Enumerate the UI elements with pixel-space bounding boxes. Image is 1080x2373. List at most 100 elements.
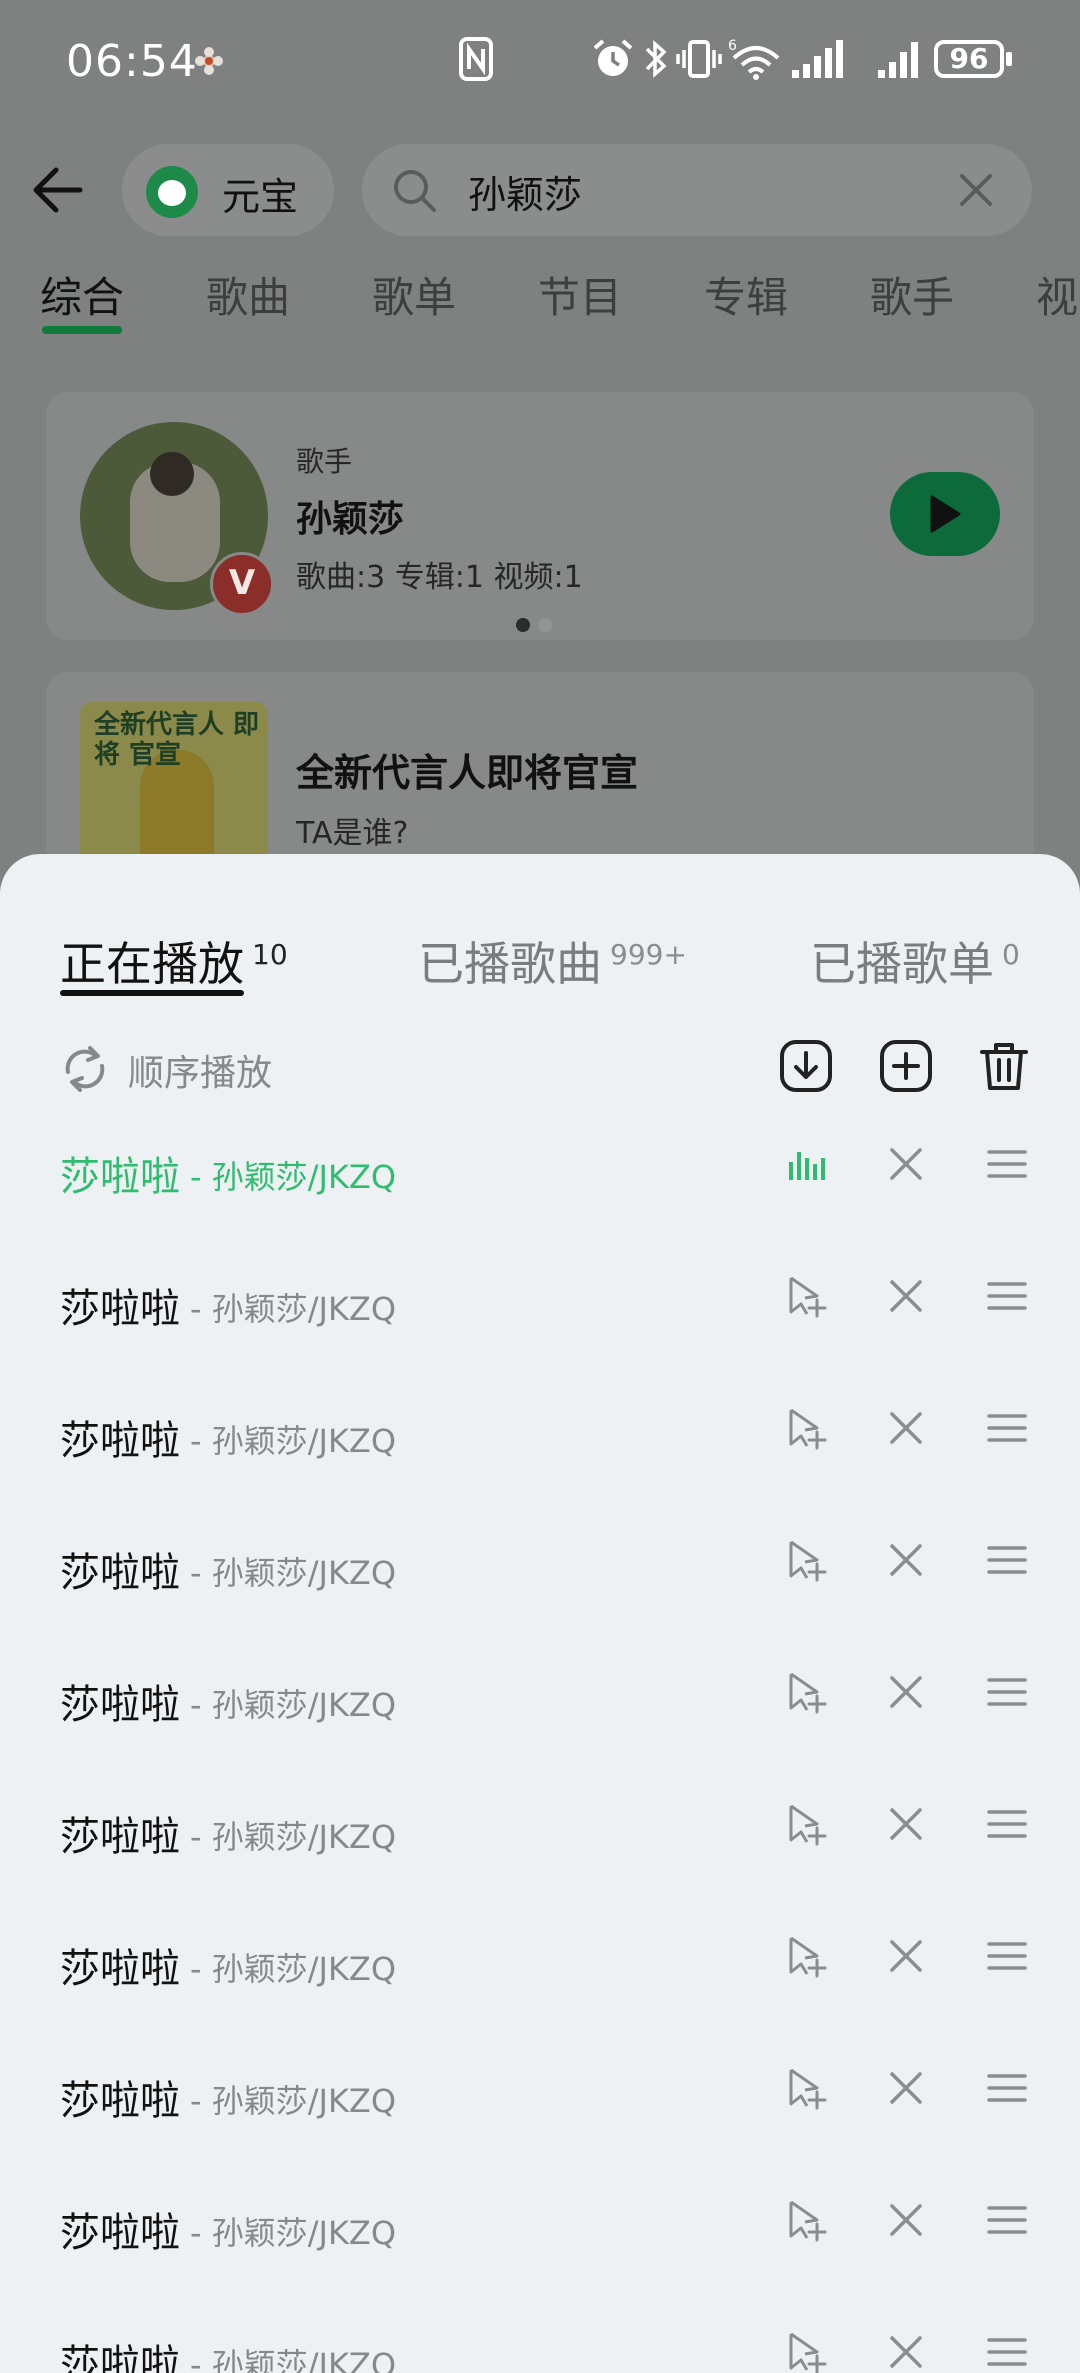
remove-icon[interactable] (882, 1140, 930, 1188)
drag-handle-icon[interactable] (983, 2064, 1031, 2112)
tab-played-playlists[interactable]: 已播歌单 0 (810, 928, 1020, 994)
queue-song-row[interactable]: 莎啦啦 - 孙颖莎/JKZQ (0, 1898, 1080, 2030)
song-title: 莎啦啦 (60, 1418, 180, 1464)
insert-next-icon[interactable] (783, 2064, 831, 2112)
clear-search-icon[interactable] (956, 170, 996, 210)
status-time: 06:54 (66, 36, 198, 87)
queue-song-row[interactable]: 莎啦啦 - 孙颖莎/JKZQ (0, 1502, 1080, 1634)
remove-icon[interactable] (882, 1536, 930, 1584)
drag-handle-icon[interactable] (983, 1668, 1031, 1716)
song-artist: - 孙颖莎/JKZQ (190, 1158, 397, 1196)
tab-videos[interactable]: 视 (1036, 264, 1078, 325)
drag-handle-icon[interactable] (983, 1404, 1031, 1452)
tab-played-songs[interactable]: 已播歌曲 999+ (418, 928, 687, 994)
tab-comprehensive[interactable]: 综合 (40, 264, 124, 325)
song-title: 莎啦啦 (60, 1946, 180, 1992)
play-singer-button[interactable] (890, 472, 1000, 556)
song-title: 莎啦啦 (60, 1550, 180, 1596)
svg-text:6: 6 (728, 38, 737, 54)
queue-song-row[interactable]: 莎啦啦 - 孙颖莎/JKZQ (0, 1634, 1080, 1766)
status-bar: 06:54 6 96 (0, 0, 1080, 120)
song-title: 莎啦啦 (60, 2342, 180, 2373)
remove-icon[interactable] (882, 2196, 930, 2244)
verified-badge: V (210, 552, 274, 616)
queue-song-row[interactable]: 莎啦啦 - 孙颖莎/JKZQ (0, 1370, 1080, 1502)
nfc-icon (459, 37, 493, 81)
download-icon[interactable] (778, 1038, 834, 1094)
category-tabs: 综合 歌曲 歌单 节目 专辑 歌手 视 (0, 258, 1080, 338)
singer-card[interactable]: V 歌手 孙颖莎 歌曲:3 专辑:1 视频:1 (46, 392, 1034, 640)
drag-handle-icon[interactable] (983, 1140, 1031, 1188)
drag-handle-icon[interactable] (983, 1800, 1031, 1848)
sheet-tab-indicator (60, 990, 244, 996)
tab-played-playlists-label: 已播歌单 (810, 937, 994, 991)
song-title: 莎啦啦 (60, 1154, 180, 1200)
tab-now-playing[interactable]: 正在播放 10 (60, 928, 288, 994)
song-artist: - 孙颖莎/JKZQ (190, 2346, 397, 2373)
insert-next-icon[interactable] (783, 1404, 831, 1452)
song-artist: - 孙颖莎/JKZQ (190, 1686, 397, 1724)
insert-next-icon[interactable] (783, 2328, 831, 2373)
repeat-order-icon[interactable] (58, 1042, 112, 1096)
tab-songs[interactable]: 歌曲 (206, 264, 290, 325)
insert-next-icon[interactable] (783, 1668, 831, 1716)
insert-next-icon[interactable] (783, 1272, 831, 1320)
insert-next-icon[interactable] (783, 2196, 831, 2244)
drag-handle-icon[interactable] (983, 1272, 1031, 1320)
queue-song-row[interactable]: 莎啦啦 - 孙颖莎/JKZQ (0, 2030, 1080, 2162)
tab-playlists[interactable]: 歌单 (372, 264, 456, 325)
song-title: 莎啦啦 (60, 2078, 180, 2124)
drag-handle-icon[interactable] (983, 2328, 1031, 2373)
insert-next-icon[interactable] (783, 1800, 831, 1848)
signal-icon (792, 40, 843, 78)
song-artist: - 孙颖莎/JKZQ (190, 1554, 397, 1592)
queue-song-row[interactable]: 莎啦啦 - 孙颖莎/JKZQ (0, 2162, 1080, 2294)
bluetooth-icon (645, 40, 667, 78)
remove-icon[interactable] (882, 1800, 930, 1848)
tab-singers[interactable]: 歌手 (870, 264, 954, 325)
remove-icon[interactable] (882, 1932, 930, 1980)
search-input[interactable]: 孙颖莎 (362, 144, 1032, 236)
remove-icon[interactable] (882, 1404, 930, 1452)
tab-now-playing-label: 正在播放 (60, 937, 244, 991)
search-results-background[interactable]: 06:54 6 96 元宝 孙颖莎 综合 歌曲 歌单 节目 专辑 歌手 视 V … (0, 0, 1080, 922)
add-to-playlist-icon[interactable] (878, 1038, 934, 1094)
insert-next-icon[interactable] (783, 1536, 831, 1584)
promo-title: 全新代言人即将官宣 (296, 751, 639, 795)
queue-song-row[interactable]: 莎啦啦 - 孙颖莎/JKZQ (0, 1106, 1080, 1238)
tab-played-playlists-count: 0 (1002, 938, 1020, 971)
tab-played-songs-count: 999+ (610, 938, 687, 971)
yuanbao-assistant-button[interactable]: 元宝 (122, 144, 334, 236)
carousel-dots (516, 618, 556, 632)
insert-next-icon[interactable] (783, 1932, 831, 1980)
drag-handle-icon[interactable] (983, 2196, 1031, 2244)
remove-icon[interactable] (882, 1272, 930, 1320)
delete-icon[interactable] (976, 1038, 1032, 1094)
queue-song-row[interactable]: 莎啦啦 - 孙颖莎/JKZQ (0, 1238, 1080, 1370)
drag-handle-icon[interactable] (983, 1536, 1031, 1584)
tab-programs[interactable]: 节目 (538, 264, 622, 325)
song-artist: - 孙颖莎/JKZQ (190, 2214, 397, 2252)
search-icon (394, 170, 436, 212)
queue-song-row[interactable]: 莎啦啦 - 孙颖莎/JKZQ (0, 1766, 1080, 1898)
alarm-icon (593, 39, 633, 76)
drag-handle-icon[interactable] (983, 1932, 1031, 1980)
tab-albums[interactable]: 专辑 (704, 264, 788, 325)
play-mode-label[interactable]: 顺序播放 (128, 1044, 272, 1096)
notification-flower-icon (195, 47, 223, 75)
screen: 06:54 6 96 元宝 孙颖莎 综合 歌曲 歌单 节目 专辑 歌手 视 V … (0, 0, 1080, 2373)
queue-song-row[interactable]: 莎啦啦 - 孙颖莎/JKZQ (0, 2294, 1080, 2373)
queue-controls: 顺序播放 (0, 1026, 1080, 1106)
song-title: 莎啦啦 (60, 1286, 180, 1332)
back-arrow-icon[interactable] (28, 160, 88, 220)
song-title: 莎啦啦 (60, 2210, 180, 2256)
tab-played-songs-label: 已播歌曲 (418, 937, 602, 991)
remove-icon[interactable] (882, 1668, 930, 1716)
singer-stats: 歌曲:3 专辑:1 视频:1 (296, 560, 583, 595)
active-tab-indicator (42, 326, 122, 334)
remove-icon[interactable] (882, 2064, 930, 2112)
signal-icon-2 (878, 42, 918, 78)
remove-icon[interactable] (882, 2328, 930, 2373)
play-icon (930, 495, 961, 533)
song-artist: - 孙颖莎/JKZQ (190, 1290, 397, 1328)
